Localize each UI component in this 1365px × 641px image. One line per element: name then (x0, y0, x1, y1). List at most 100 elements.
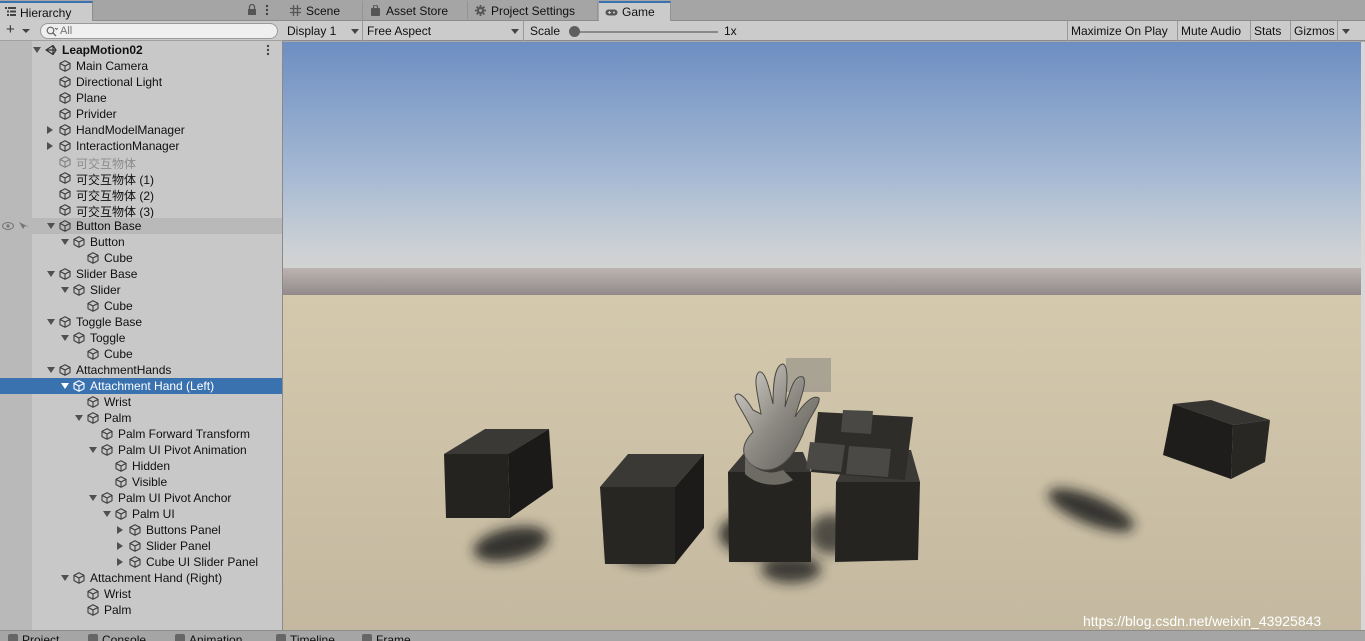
panel-menu-icon[interactable] (265, 4, 269, 16)
scene-row[interactable]: LeapMotion02 (0, 42, 282, 58)
gameobject-cube-icon (59, 220, 71, 232)
stats-toggle[interactable]: Stats (1250, 21, 1290, 41)
bottom-tab-label: Timeline (290, 633, 335, 641)
collapse-arrow-icon[interactable] (61, 287, 69, 293)
hierarchy-item[interactable]: Plane (0, 90, 282, 106)
scale-slider-thumb[interactable] (569, 26, 580, 37)
game-scrollbar[interactable] (1361, 42, 1365, 630)
hierarchy-item[interactable]: Attachment Hand (Left) (0, 378, 282, 394)
hierarchy-item[interactable]: Palm Forward Transform (0, 426, 282, 442)
hierarchy-item[interactable]: Cube (0, 250, 282, 266)
hierarchy-item[interactable]: Slider Panel (0, 538, 282, 554)
hierarchy-item[interactable]: Wrist (0, 394, 282, 410)
hierarchy-item[interactable]: Palm (0, 602, 282, 618)
display-dropdown[interactable]: Display 1 (283, 21, 363, 41)
game-viewport[interactable] (283, 42, 1361, 630)
collapse-arrow-icon[interactable] (75, 415, 83, 421)
expand-arrow-icon[interactable] (117, 526, 123, 534)
hierarchy-item[interactable]: 可交互物体 (0, 154, 282, 171)
collapse-arrow-icon[interactable] (61, 239, 69, 245)
collapse-arrow-icon[interactable] (61, 383, 69, 389)
hierarchy-item[interactable]: Button (0, 234, 282, 250)
tab-hierarchy[interactable]: Hierarchy (0, 1, 93, 21)
tab-project-settings[interactable]: Project Settings (468, 1, 598, 21)
expand-arrow-icon[interactable] (117, 542, 123, 550)
gameobject-cube-icon (59, 92, 71, 104)
hierarchy-item[interactable]: InteractionManager (0, 138, 282, 154)
collapse-arrow-icon[interactable] (47, 271, 55, 277)
lock-icon[interactable] (247, 4, 257, 15)
collapse-arrow-icon[interactable] (61, 335, 69, 341)
maximize-on-play-toggle[interactable]: Maximize On Play (1067, 21, 1177, 41)
hierarchy-item[interactable]: Palm (0, 410, 282, 426)
hierarchy-item[interactable]: Directional Light (0, 74, 282, 90)
hierarchy-item[interactable]: 可交互物体 (2) (0, 186, 282, 203)
gameobject-cube-icon (59, 364, 71, 376)
hierarchy-item-label: Palm Forward Transform (118, 427, 251, 441)
hierarchy-item-label: Slider (90, 283, 121, 297)
hierarchy-tree: LeapMotion02 Main Camera Directional Light… (0, 42, 282, 618)
hierarchy-item-label: HandModelManager (76, 123, 185, 137)
hierarchy-item[interactable]: Button Base (0, 218, 282, 234)
hierarchy-item-label: Main Camera (76, 59, 149, 73)
hierarchy-item[interactable]: Privider (0, 106, 282, 122)
dropdown-caret-icon (22, 29, 30, 33)
hierarchy-item[interactable]: Palm UI (0, 506, 282, 522)
console-icon (88, 634, 98, 641)
hierarchy-item[interactable]: AttachmentHands (0, 362, 282, 378)
hierarchy-item[interactable]: Cube (0, 346, 282, 362)
tab-asset-store[interactable]: Asset Store (363, 1, 468, 21)
hierarchy-item[interactable]: Slider Base (0, 266, 282, 282)
gizmos-toggle[interactable]: Gizmos (1290, 21, 1337, 41)
tab-game[interactable]: Game (599, 1, 671, 21)
hierarchy-item[interactable]: Wrist (0, 586, 282, 602)
gameobject-cube-icon (73, 572, 85, 584)
scale-value: 1x (724, 24, 737, 38)
hierarchy-item[interactable]: Palm UI Pivot Anchor (0, 490, 282, 506)
frame-debug-icon (362, 634, 372, 641)
visibility-eye-icon[interactable] (2, 221, 30, 231)
collapse-arrow-icon[interactable] (103, 511, 111, 517)
gameobject-cube-icon (59, 268, 71, 280)
hierarchy-item[interactable]: Toggle Base (0, 314, 282, 330)
hierarchy-item[interactable]: Palm UI Pivot Animation (0, 442, 282, 458)
expand-arrow-icon[interactable] (47, 142, 53, 150)
hierarchy-item[interactable]: 可交互物体 (3) (0, 202, 282, 219)
hierarchy-item[interactable]: Buttons Panel (0, 522, 282, 538)
hierarchy-item[interactable]: Cube UI Slider Panel (0, 554, 282, 570)
gear-icon (475, 5, 486, 16)
hierarchy-item[interactable]: Attachment Hand (Right) (0, 570, 282, 586)
scale-slider-track[interactable] (573, 31, 718, 33)
hierarchy-item[interactable]: Hidden (0, 458, 282, 474)
hierarchy-item[interactable]: Main Camera (0, 58, 282, 74)
aspect-dropdown[interactable]: Free Aspect (363, 21, 524, 41)
collapse-arrow-icon[interactable] (89, 495, 97, 501)
mute-audio-toggle[interactable]: Mute Audio (1177, 21, 1250, 41)
expand-arrow-icon[interactable] (47, 126, 53, 134)
expand-arrow-icon[interactable] (33, 47, 41, 53)
collapse-arrow-icon[interactable] (47, 367, 55, 373)
gameobject-cube-icon (59, 172, 71, 184)
hierarchy-item[interactable]: Slider (0, 282, 282, 298)
hierarchy-item[interactable]: Cube (0, 298, 282, 314)
hierarchy-item-label: Palm (104, 603, 132, 617)
tab-scene[interactable]: Scene (283, 1, 363, 21)
collapse-arrow-icon[interactable] (89, 447, 97, 453)
collapse-arrow-icon[interactable] (47, 319, 55, 325)
search-icon[interactable] (46, 26, 58, 37)
hierarchy-item[interactable]: Visible (0, 474, 282, 490)
collapse-arrow-icon[interactable] (47, 223, 55, 229)
gameobject-cube-icon (129, 556, 141, 568)
gameobject-cube-icon (73, 380, 85, 392)
gizmos-dropdown[interactable] (1337, 21, 1353, 41)
hierarchy-item[interactable]: HandModelManager (0, 122, 282, 138)
search-input[interactable] (60, 24, 270, 38)
collapse-arrow-icon[interactable] (61, 575, 69, 581)
hierarchy-item-label: Cube UI Slider Panel (146, 555, 259, 569)
hierarchy-item[interactable]: Toggle (0, 330, 282, 346)
gameobject-cube-icon (59, 316, 71, 328)
hierarchy-item[interactable]: 可交互物体 (1) (0, 170, 282, 187)
expand-arrow-icon[interactable] (117, 558, 123, 566)
create-button[interactable]: + (3, 22, 31, 39)
scene-menu-icon[interactable] (266, 44, 270, 56)
